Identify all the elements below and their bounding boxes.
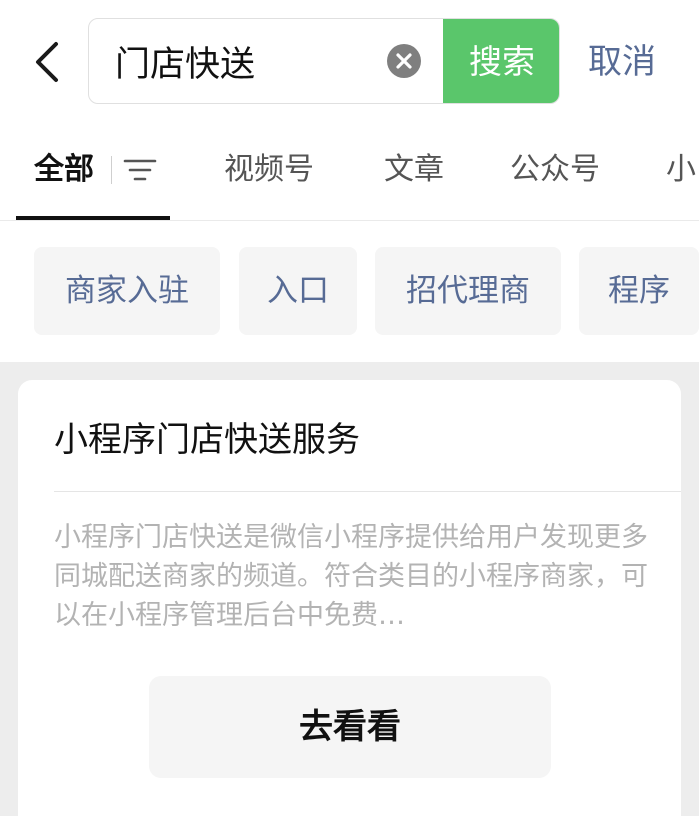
back-arrow-icon[interactable]: [28, 40, 68, 84]
result-title: 小程序门店快送服务: [54, 420, 360, 460]
active-tab-indicator: [16, 216, 170, 220]
clear-icon[interactable]: [387, 44, 421, 78]
tab-all[interactable]: 全部: [34, 148, 94, 192]
search-bar: 搜索 取消: [0, 0, 699, 120]
search-input[interactable]: [115, 37, 385, 85]
suggestion-chip[interactable]: 商家入驻: [34, 247, 220, 335]
result-card[interactable]: 小程序门店快送服务 小程序门店快送是微信小程序提供给用户发现更多同城配送商家的频…: [18, 380, 681, 840]
search-button[interactable]: 搜索: [443, 19, 559, 103]
suggestion-chip[interactable]: 招代理商: [375, 247, 561, 335]
tab-articles[interactable]: 文章: [384, 148, 444, 192]
category-tabs: 全部 视频号 文章 公众号 小: [0, 130, 699, 221]
result-description: 小程序门店快送是微信小程序提供给用户发现更多同城配送商家的频道。符合类目的小程序…: [54, 522, 648, 631]
go-view-button[interactable]: 去看看: [149, 676, 551, 778]
tab-official-accounts[interactable]: 公众号: [510, 148, 600, 192]
search-box: 搜索: [88, 18, 560, 104]
related-searches: 商家入驻 入口 招代理商 程序: [0, 222, 699, 362]
suggestion-chip[interactable]: 入口: [239, 247, 357, 335]
filter-icon[interactable]: [122, 156, 158, 184]
suggestion-chip[interactable]: 程序: [579, 247, 699, 335]
tab-mini-programs[interactable]: 小: [666, 148, 696, 192]
card-divider: [54, 491, 681, 492]
tab-divider: [111, 156, 112, 184]
cancel-button[interactable]: 取消: [588, 38, 668, 86]
tab-channels[interactable]: 视频号: [224, 148, 314, 192]
